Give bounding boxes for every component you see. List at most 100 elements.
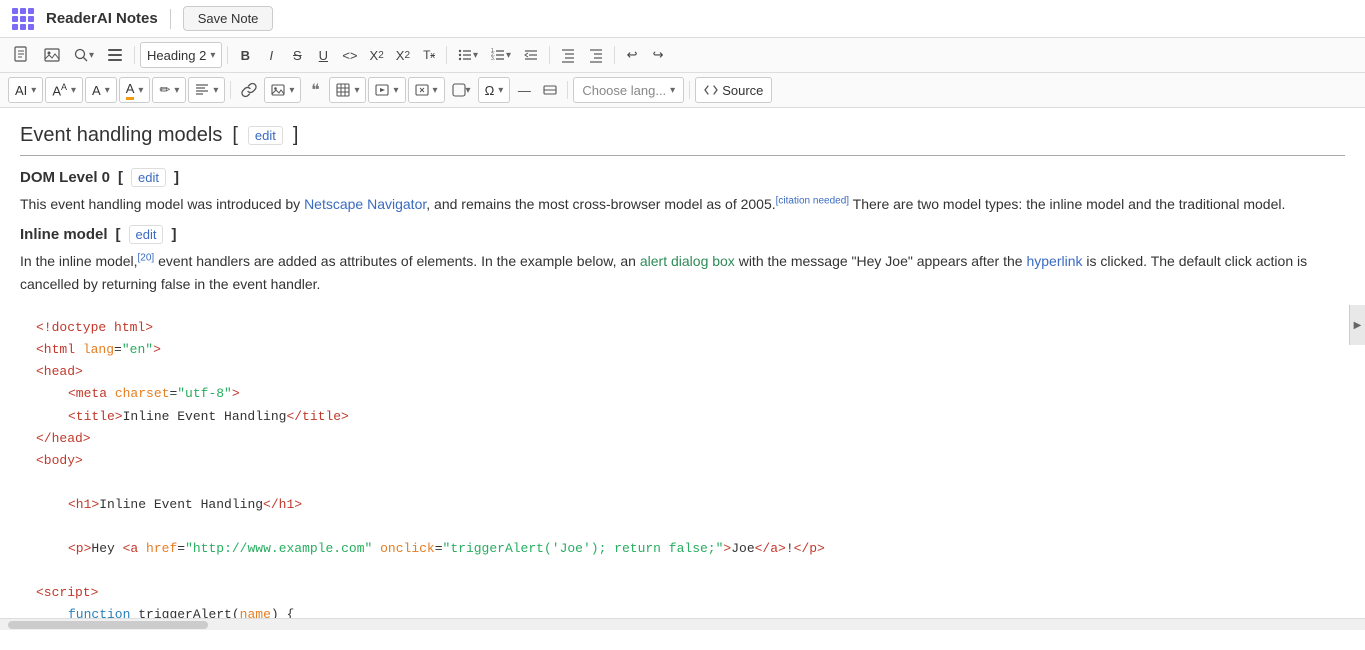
sep8	[689, 81, 690, 99]
image-icon	[271, 83, 285, 97]
separator-btn[interactable]	[538, 77, 562, 103]
font-size-label: AA	[52, 82, 67, 98]
media-chevron: ▾	[393, 85, 398, 96]
img-btn[interactable]	[38, 42, 66, 68]
subscript-btn[interactable]: X2	[365, 42, 389, 68]
list-ol-btn[interactable]: 1. 2. 3. ▾	[485, 42, 516, 68]
section-title: Event handling models [ edit ]	[20, 124, 1345, 156]
omega-label: Ω	[485, 83, 495, 98]
code-line-14: function triggerAlert(name) {	[36, 604, 1329, 618]
search-btn[interactable]: ▾	[68, 42, 99, 68]
special-char-dropdown[interactable]: Ω ▾	[478, 77, 511, 103]
hr-btn[interactable]: —	[512, 77, 536, 103]
code-line-9: <h1>Inline Event Handling</h1>	[36, 494, 1329, 516]
font-size-chevron: ▾	[71, 85, 76, 96]
hyperlink-link[interactable]: hyperlink	[1026, 253, 1082, 269]
indent-decrease-btn[interactable]	[518, 42, 544, 68]
code-line-7: <body>	[36, 450, 1329, 472]
list-ul-btn[interactable]: ▾	[452, 42, 483, 68]
align-icon	[195, 83, 209, 97]
highlight-dropdown[interactable]: ✏ ▾	[152, 77, 186, 103]
netscape-link[interactable]: Netscape Navigator	[304, 196, 426, 212]
code-line-blank3	[36, 560, 1329, 582]
font-color-dropdown[interactable]: A ▾	[85, 77, 117, 103]
media-dropdown[interactable]: ▾	[368, 77, 405, 103]
underline-btn[interactable]: U	[311, 42, 335, 68]
undo-btn[interactable]: ↩	[620, 42, 644, 68]
sep1	[134, 46, 135, 64]
code-line-blank2	[36, 516, 1329, 538]
dom-para-text2: , and remains the most cross-browser mod…	[426, 196, 775, 212]
sep7	[567, 81, 568, 99]
strikethrough-btn[interactable]: S	[285, 42, 309, 68]
clear-format-btn[interactable]: Tx	[417, 42, 441, 68]
bottom-scrollbar[interactable]	[0, 618, 1365, 630]
code-line-13: <script>	[36, 582, 1329, 604]
table-icon	[336, 83, 350, 97]
outdent-btn[interactable]	[555, 42, 581, 68]
inline-edit-bracket1: [	[116, 226, 121, 243]
sep6	[230, 81, 231, 99]
pdf-btn[interactable]	[8, 42, 36, 68]
code-block: <!doctype html> <html lang="en"> <head> …	[20, 305, 1345, 618]
heading-dropdown[interactable]: Heading 2 ▾	[140, 42, 222, 68]
table-dropdown[interactable]: ▾	[329, 77, 366, 103]
dom-edit-bracket2: ]	[174, 169, 179, 186]
table-chevron: ▾	[354, 85, 359, 96]
font-color-chevron: ▾	[105, 85, 110, 96]
sep5	[614, 46, 615, 64]
align-dropdown[interactable]: ▾	[188, 77, 225, 103]
inline-model-title: Inline model [ edit ]	[20, 225, 1345, 244]
image-dropdown[interactable]: ▾	[264, 77, 301, 103]
indent-btn[interactable]	[583, 42, 609, 68]
source-label: Source	[722, 83, 763, 98]
special-chars-icon	[452, 83, 466, 97]
font-size-dropdown[interactable]: AA ▾	[45, 77, 83, 103]
bold-btn[interactable]: B	[233, 42, 257, 68]
embed-chevron: ▾	[433, 85, 438, 96]
code-line-4: <meta charset="utf-8">	[36, 383, 1329, 405]
bg-color-dropdown[interactable]: A ▾	[119, 77, 151, 103]
redo-btn[interactable]: ↪	[646, 42, 670, 68]
sep2	[227, 46, 228, 64]
right-arrow[interactable]: ▶	[1349, 305, 1365, 345]
special-chars-btn[interactable]: ▾	[447, 77, 476, 103]
toolbar-row-2: AI ▾ AA ▾ A ▾ A ▾ ✏ ▾ ▾	[0, 73, 1365, 108]
dom-edit-link[interactable]: edit	[131, 168, 166, 187]
dom-para-text1: This event handling model was introduced…	[20, 196, 304, 212]
inline-model-paragraph: In the inline model,[20] event handlers …	[20, 250, 1345, 295]
dom-level-title: DOM Level 0 [ edit ]	[20, 168, 1345, 187]
scrollbar-thumb[interactable]	[8, 621, 208, 629]
ref-20: [20]	[138, 253, 155, 264]
lang-label: Choose lang...	[582, 83, 666, 98]
code-btn[interactable]: <>	[337, 42, 362, 68]
italic-btn[interactable]: I	[259, 42, 283, 68]
sep3	[446, 46, 447, 64]
inline-edit-link[interactable]: edit	[129, 225, 164, 244]
omega-chevron: ▾	[498, 85, 503, 96]
header: ReaderAI Notes Save Note	[0, 0, 1365, 38]
save-note-button[interactable]: Save Note	[183, 6, 274, 31]
superscript-btn[interactable]: X2	[391, 42, 415, 68]
source-icon	[704, 83, 718, 97]
quote-btn[interactable]: ❝	[303, 77, 327, 103]
toolbar-row-1: ▾ Heading 2 ▾ B I S U <> X2 X2 Tx ▾ 1.	[0, 38, 1365, 73]
format-clear-btn[interactable]	[101, 42, 129, 68]
citation-needed: [citation needed]	[776, 195, 849, 206]
align-chevron: ▾	[213, 85, 218, 96]
source-button[interactable]: Source	[695, 77, 772, 103]
lang-dropdown[interactable]: Choose lang... ▾	[573, 77, 684, 103]
alert-dialog-link[interactable]: alert dialog box	[640, 253, 735, 269]
lang-chevron: ▾	[670, 85, 675, 96]
app-grid-icon[interactable]	[12, 8, 34, 30]
heading-label: Heading 2	[147, 48, 206, 63]
link-btn[interactable]	[236, 77, 262, 103]
dom-level-paragraph: This event handling model was introduced…	[20, 193, 1345, 215]
bg-color-label: A	[126, 81, 135, 100]
section-edit-brackets2: ]	[293, 124, 299, 147]
section-edit-link[interactable]: edit	[248, 126, 283, 145]
ai-dropdown[interactable]: AI ▾	[8, 77, 43, 103]
embed-icon	[415, 83, 429, 97]
code-line-5: <title>Inline Event Handling</title>	[36, 406, 1329, 428]
embed-dropdown[interactable]: ▾	[408, 77, 445, 103]
